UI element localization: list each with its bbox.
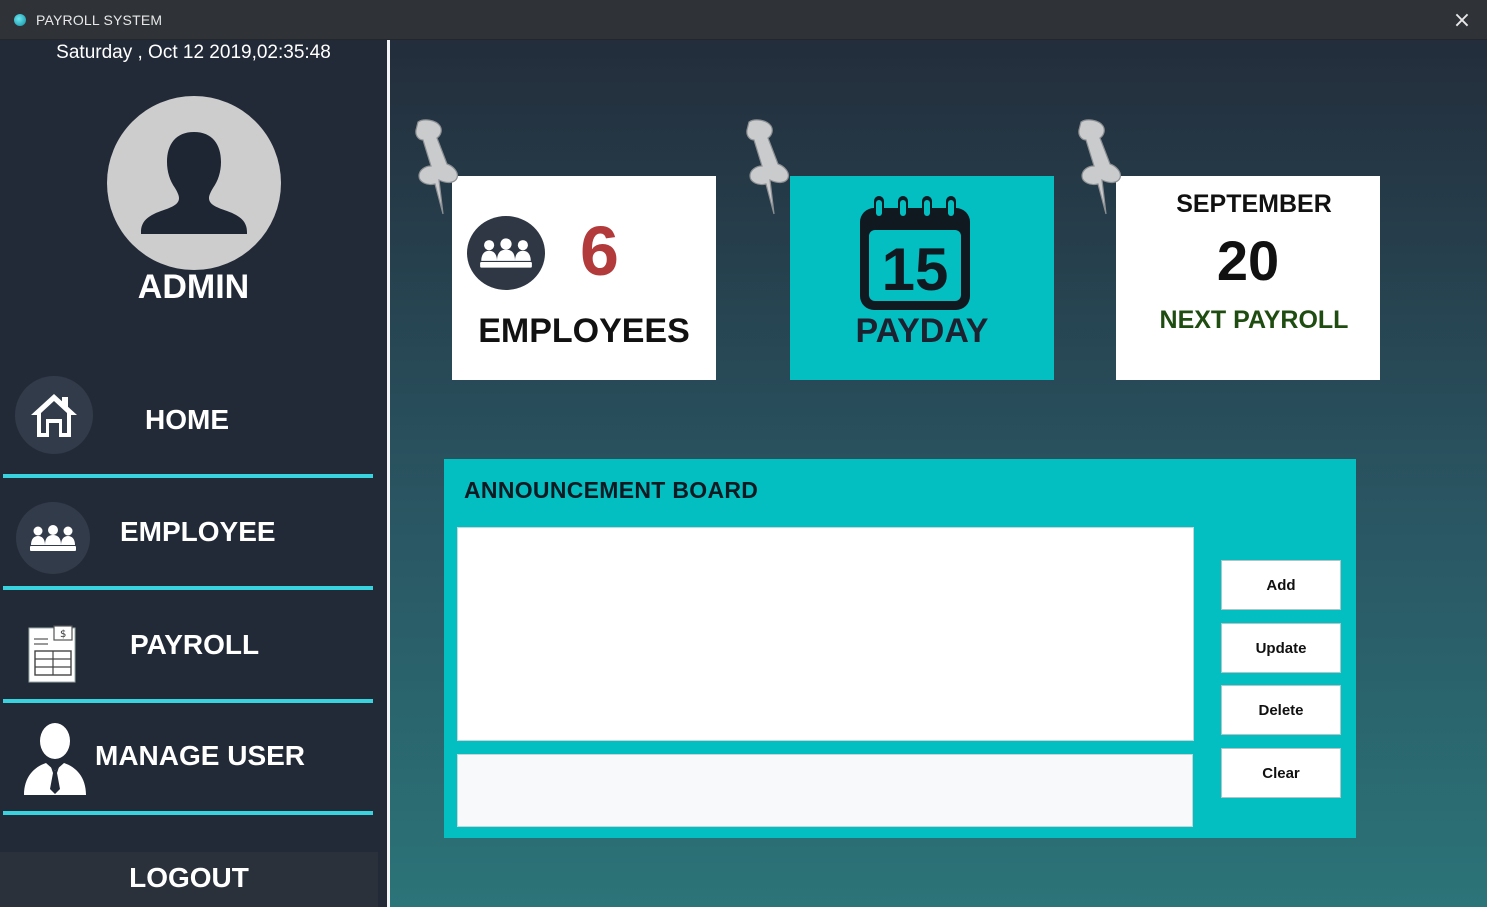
sidebar-item-label: HOME	[145, 404, 229, 435]
user-silhouette-icon	[141, 132, 247, 234]
admin-username: ADMIN	[137, 268, 250, 306]
employee-count: 6	[580, 212, 619, 290]
next-payroll-label: NEXT PAYROLL	[1159, 306, 1349, 334]
close-icon: ×	[1452, 7, 1472, 33]
svg-text:$: $	[60, 629, 66, 640]
employees-card[interactable]: 6 EMPLOYEES	[452, 176, 716, 380]
group-icon	[467, 216, 545, 290]
sidebar-item-payroll[interactable]: $ PAYROLL	[0, 591, 373, 703]
next-payroll-card[interactable]: SEPTEMBER 20 NEXT PAYROLL	[1116, 176, 1380, 380]
title-bar: PAYROLL SYSTEM ×	[0, 0, 1487, 40]
payroll-sheet-icon: $	[28, 625, 78, 687]
sidebar-item-label: MANAGE USER	[95, 740, 306, 771]
sidebar-item-home[interactable]: HOME	[0, 366, 373, 478]
calendar-icon: 15	[858, 194, 972, 316]
calendar-day: 15	[882, 236, 949, 303]
avatar	[107, 96, 281, 270]
sidebar-item-employee[interactable]: EMPLOYEE	[0, 478, 373, 590]
pushpin-icon	[415, 119, 458, 215]
nav-divider	[3, 586, 373, 590]
clear-button[interactable]: Clear	[1221, 748, 1341, 798]
employees-label: EMPLOYEES	[478, 312, 690, 350]
group-icon	[16, 502, 90, 574]
payday-label: PAYDAY	[855, 312, 989, 350]
announcement-textarea[interactable]	[457, 527, 1194, 741]
sidebar-item-label: EMPLOYEE	[120, 516, 276, 547]
pushpin-icon	[1078, 119, 1121, 215]
logout-button[interactable]: LOGOUT	[0, 852, 378, 907]
nav-divider	[3, 811, 373, 815]
delete-button[interactable]: Delete	[1221, 685, 1341, 735]
home-icon	[15, 376, 93, 454]
update-button[interactable]: Update	[1221, 623, 1341, 673]
user-tie-icon	[22, 721, 88, 801]
sidebar-item-label: PAYROLL	[130, 629, 260, 660]
next-payroll-day: 20	[1216, 229, 1280, 292]
window-title: PAYROLL SYSTEM	[36, 11, 163, 28]
board-title: ANNOUNCEMENT BOARD	[464, 477, 759, 503]
next-payroll-month: SEPTEMBER	[1176, 190, 1332, 218]
add-button[interactable]: Add	[1221, 560, 1341, 610]
announcement-input[interactable]	[457, 754, 1193, 827]
announcement-board: ANNOUNCEMENT BOARD Add Update Delete Cle…	[444, 459, 1356, 838]
pushpin-icon	[746, 119, 789, 215]
app-globe-icon	[14, 13, 26, 26]
payday-card[interactable]: 15 PAYDAY	[790, 176, 1054, 380]
current-datetime: Saturday , Oct 12 2019,02:35:48	[56, 42, 331, 63]
sidebar-item-manage-user[interactable]: MANAGE USER	[0, 703, 373, 815]
close-button[interactable]: ×	[1437, 0, 1487, 40]
